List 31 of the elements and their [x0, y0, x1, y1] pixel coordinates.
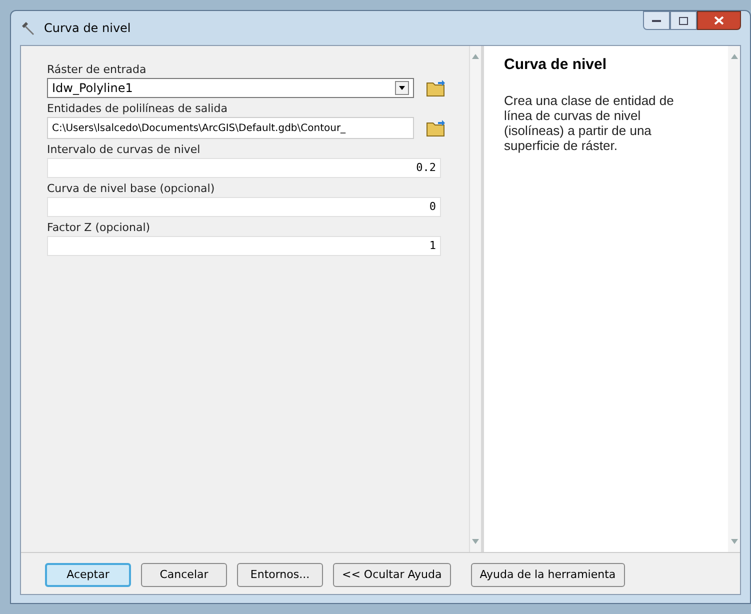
- dialog-button[interactable]: Cancelar: [141, 563, 227, 587]
- parameter-label: Ráster de entrada: [47, 62, 146, 78]
- help-title: Curva de nivel: [504, 55, 608, 75]
- raster-dropdown[interactable]: Idw_Polyline1: [47, 78, 414, 98]
- scroll-up-icon[interactable]: [472, 54, 479, 59]
- scroll-down-icon[interactable]: [730, 539, 738, 544]
- close-icon[interactable]: [714, 16, 724, 25]
- help-scrollbar[interactable]: [728, 46, 740, 552]
- parameter-label: Curva de nivel base (opcional): [47, 181, 215, 197]
- number-field[interactable]: 0.2: [47, 158, 441, 178]
- number-field[interactable]: 1: [47, 236, 441, 256]
- dialog-button[interactable]: Aceptar: [45, 563, 131, 587]
- dialog-button[interactable]: << Ocultar Ayuda: [333, 563, 451, 587]
- dialog-button[interactable]: Entornos...: [237, 563, 323, 587]
- parameter-label: Intervalo de curvas de nivel: [47, 142, 200, 158]
- dialog-button[interactable]: Ayuda de la herramienta: [470, 563, 625, 587]
- number-field[interactable]: 0: [47, 197, 441, 217]
- parameter-label: Entidades de polilíneas de salida: [47, 101, 228, 117]
- output-path-field[interactable]: C:\Users\lsalcedo\Documents\ArcGIS\Default.gdb\Contour_: [47, 117, 414, 139]
- scroll-up-icon[interactable]: [730, 54, 738, 59]
- window-title: Curva de nivel: [44, 20, 131, 37]
- folder-icon[interactable]: [426, 119, 446, 137]
- hammer-icon: [20, 20, 36, 36]
- folder-icon[interactable]: [426, 79, 446, 97]
- scroll-down-icon[interactable]: [472, 539, 479, 544]
- close-button[interactable]: [697, 11, 741, 30]
- maximize-button[interactable]: [670, 11, 697, 30]
- scrollbar[interactable]: [469, 46, 481, 552]
- minimize-button[interactable]: [643, 11, 670, 30]
- parameter-label: Factor Z (opcional): [47, 220, 150, 236]
- help-description: Crea una clase de entidad de línea de curvas de nivel (isolíneas) a partir de una superficie de ráster.: [504, 92, 675, 152]
